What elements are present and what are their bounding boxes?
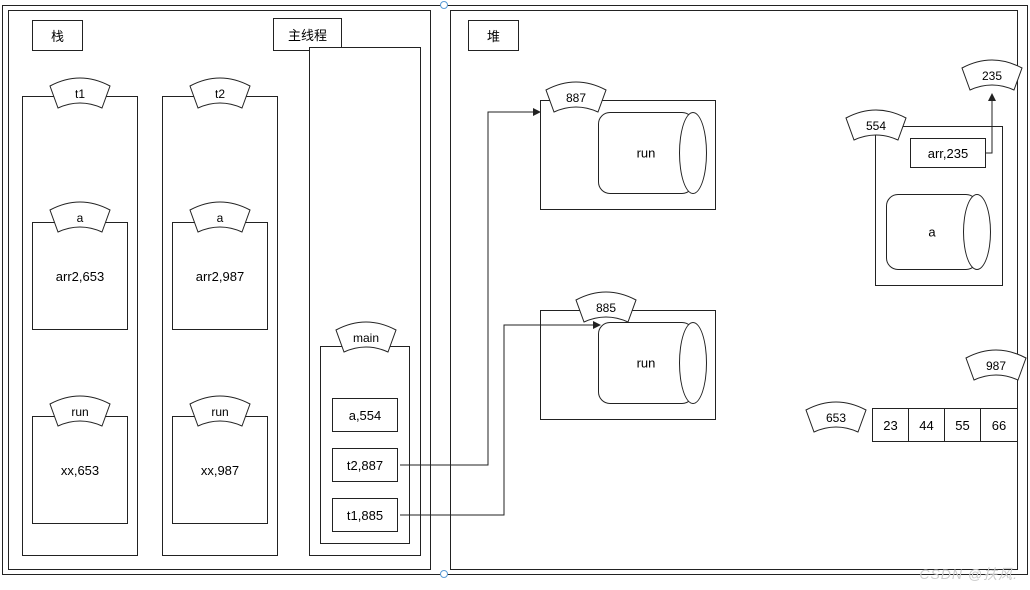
heap-title: 堆: [468, 20, 519, 51]
t1-frame-run: xx,653: [32, 416, 128, 524]
obj-554-tab: 554: [840, 108, 912, 144]
obj-554-method: a: [886, 194, 978, 270]
t2-frame-a: arr2,987: [172, 222, 268, 330]
selection-handle-top[interactable]: [440, 1, 448, 9]
stack-title: 栈: [32, 20, 83, 51]
main-frame-tab: main: [330, 320, 402, 356]
heap-panel: [450, 10, 1018, 570]
obj-885-method: run: [598, 322, 694, 404]
obj-887-method: run: [598, 112, 694, 194]
array-cell: 55: [945, 409, 981, 441]
obj-987-tab: 987: [960, 348, 1030, 384]
array-cell: 44: [909, 409, 945, 441]
obj-885-tab: 885: [570, 290, 642, 326]
thread-t2-tab: t2: [184, 76, 256, 112]
main-var-a: a,554: [332, 398, 398, 432]
array-cell: 23: [873, 409, 909, 441]
t1-frame-a-tab: a: [44, 200, 116, 236]
t2-frame-run-tab: run: [184, 394, 256, 430]
main-var-t2: t2,887: [332, 448, 398, 482]
obj-554-field-arr: arr,235: [910, 138, 986, 168]
thread-t1-tab: t1: [44, 76, 116, 112]
t2-frame-run: xx,987: [172, 416, 268, 524]
obj-887-tab: 887: [540, 80, 612, 116]
array-cell: 66: [981, 409, 1017, 441]
obj-235-tab: 235: [956, 58, 1028, 94]
selection-handle-bottom[interactable]: [440, 570, 448, 578]
t2-frame-a-tab: a: [184, 200, 256, 236]
obj-653-tab: 653: [800, 400, 872, 436]
obj-653-array: 23 44 55 66: [872, 408, 1018, 442]
t1-frame-a: arr2,653: [32, 222, 128, 330]
watermark: CSDN @扶风.: [919, 564, 1018, 584]
main-var-t1: t1,885: [332, 498, 398, 532]
t1-frame-run-tab: run: [44, 394, 116, 430]
